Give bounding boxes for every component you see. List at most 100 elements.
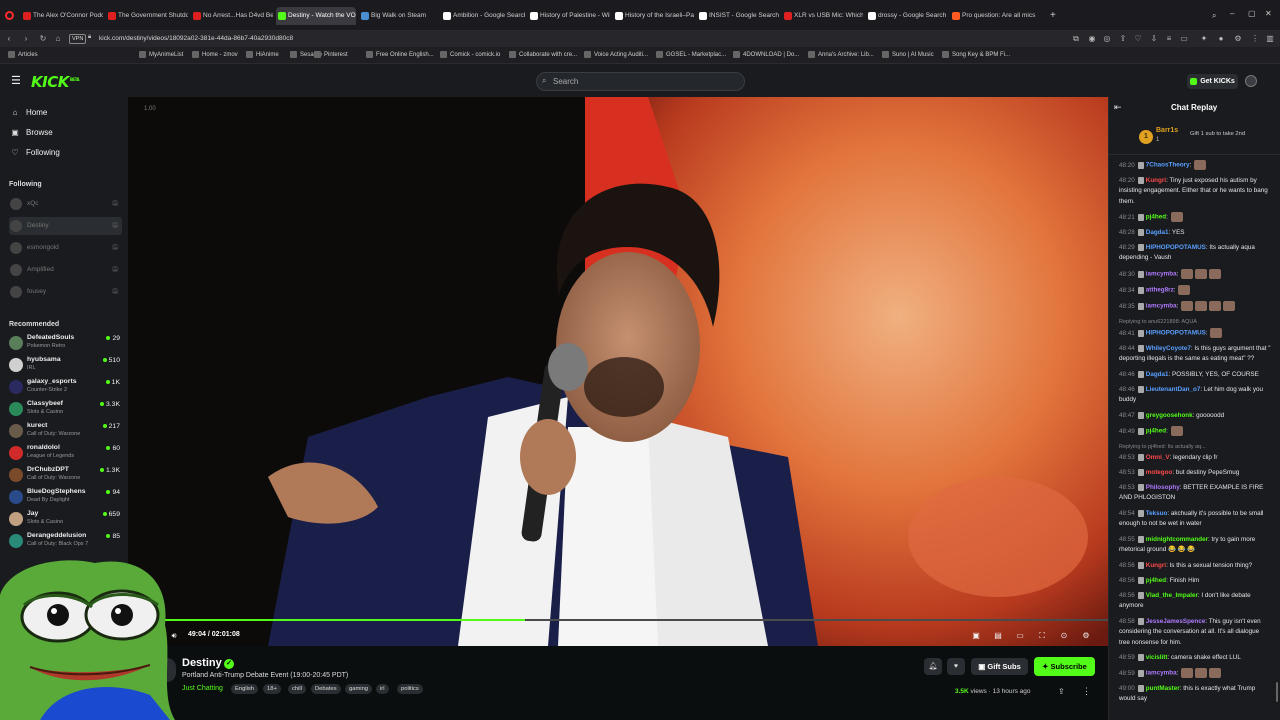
chat-username[interactable]: puntMaster xyxy=(1146,685,1180,692)
vpn-icon[interactable]: ◎ xyxy=(1101,33,1113,45)
browser-tab[interactable]: No Arrest...Has D4vd Bee xyxy=(191,7,273,25)
bookmark-item[interactable]: Articles xyxy=(8,50,38,61)
chat-username[interactable]: Omni_V xyxy=(1146,454,1170,461)
chat-username[interactable]: Kungri xyxy=(1146,562,1166,569)
bookmark-heart-icon[interactable]: ♡ xyxy=(1132,33,1144,45)
bookmark-item[interactable]: Free Online English... xyxy=(366,50,434,61)
chat-username[interactable]: iamcymba xyxy=(1146,271,1177,278)
vpn-badge[interactable]: VPN xyxy=(69,34,87,44)
extensions-puzzle-icon[interactable]: ✦ xyxy=(1198,33,1210,45)
chat-scrollbar[interactable] xyxy=(1276,682,1278,702)
tag-chip[interactable]: chill xyxy=(288,684,306,694)
tag-chip[interactable]: irl xyxy=(376,684,389,694)
get-kicks-button[interactable]: Get KICKs xyxy=(1187,74,1238,89)
recommended-channel[interactable]: DrChubzDPT Call of Duty: Warzone 1.3K xyxy=(9,465,122,485)
history-icon[interactable]: ≡ xyxy=(1163,33,1175,45)
share-icon[interactable]: ⇪ xyxy=(1058,687,1065,696)
downloads-icon[interactable]: ⇩ xyxy=(1148,33,1160,45)
gifter-name[interactable]: Barr1s xyxy=(1156,127,1178,134)
opera-logo-icon[interactable] xyxy=(5,11,14,20)
browser-tab[interactable]: drossy - Google Search xyxy=(866,7,947,25)
browser-tab[interactable]: History of the Israeli–Pale xyxy=(613,7,694,25)
hamburger-menu-icon[interactable]: ☰ xyxy=(11,75,21,87)
chat-username[interactable]: Teksuo xyxy=(1146,510,1168,517)
theater-mode-icon[interactable]: ▤ xyxy=(992,630,1004,641)
menu-icon[interactable]: ⋮ xyxy=(1249,33,1261,45)
recommended-channel[interactable]: kurect Call of Duty: Warzone 217 xyxy=(9,421,122,441)
chat-username[interactable]: attheg8rz xyxy=(1146,287,1174,294)
wallet-icon[interactable]: ▭ xyxy=(1178,33,1190,45)
notifications-bell-button[interactable]: 🔔︎ xyxy=(924,658,942,675)
subscribe-button[interactable]: ✦ Subscribe xyxy=(1034,657,1095,676)
browser-tab[interactable]: Pro question: Are all mics xyxy=(950,7,1037,25)
recommended-channel[interactable]: Classybeef Slots & Casino 3.3K xyxy=(9,399,122,419)
bookmark-item[interactable]: Home - zmov xyxy=(192,50,238,61)
bookmark-item[interactable]: Voice Acting Auditi... xyxy=(584,50,648,61)
bookmark-item[interactable]: 4DOWNLOAD | Do... xyxy=(733,50,799,61)
minimize-window-button[interactable]: – xyxy=(1230,9,1234,18)
clip-icon[interactable]: ▣ xyxy=(970,630,982,641)
following-item[interactable]: fousey 🔕︎ xyxy=(9,283,122,301)
back-arrow-icon[interactable]: ‹ xyxy=(3,33,15,45)
recommended-channel[interactable]: DefeatedSouls Pokemon Retro 29 xyxy=(9,333,122,353)
chat-username[interactable]: vicislitt xyxy=(1146,654,1168,661)
recommended-channel[interactable]: ronaldolol League of Legends 60 xyxy=(9,443,122,463)
bookmark-item[interactable]: GGSEL - Marketplac... xyxy=(656,50,726,61)
chat-username[interactable]: JesseJamesSpence xyxy=(1146,618,1206,625)
bookmark-item[interactable]: Pinterest xyxy=(314,50,348,61)
browser-tab[interactable]: The Government Shutdow xyxy=(106,7,188,25)
streamer-name[interactable]: Destiny xyxy=(182,657,222,669)
chat-username[interactable]: iamcymba xyxy=(1146,670,1177,677)
chat-username[interactable]: Dagda1 xyxy=(1146,229,1169,236)
sidebar-icon[interactable]: ▥ xyxy=(1264,33,1276,45)
chat-username[interactable]: Philosophy xyxy=(1146,484,1180,491)
search-input[interactable]: Search xyxy=(536,72,745,91)
browser-tab[interactable]: XLR vs USB Mic: Which Sh xyxy=(782,7,863,25)
browser-tab[interactable]: Big Walk on Steam xyxy=(359,7,438,25)
bookmark-item[interactable]: Song Key & BPM Fi... xyxy=(942,50,1010,61)
browser-tab[interactable]: The Alex O'Connor Podca xyxy=(21,7,103,25)
chat-username[interactable]: pj4hed xyxy=(1146,214,1166,221)
chat-username[interactable]: pj4hed xyxy=(1146,577,1166,584)
recommended-channel[interactable]: Jay Slots & Casino 659 xyxy=(9,509,122,529)
follow-heart-button[interactable]: ♥ xyxy=(947,658,965,675)
share-icon[interactable]: ⇪ xyxy=(1117,33,1129,45)
browser-tab[interactable]: Destiny - Watch the VOD xyxy=(276,7,356,25)
forward-arrow-icon[interactable]: › xyxy=(20,33,32,45)
video-player[interactable]: 1.00 xyxy=(128,97,1108,646)
home-icon[interactable]: ⌂ xyxy=(52,33,64,45)
extension-icon[interactable]: ⧉ xyxy=(1070,33,1082,45)
chat-username[interactable]: iamcymba xyxy=(1146,303,1177,310)
chat-username[interactable]: 7ChaosTheory xyxy=(1146,162,1190,169)
sidebar-nav-item[interactable]: ▣ Browse xyxy=(10,127,52,139)
recommended-channel[interactable]: BlueDogStephens Dead By Daylight 94 xyxy=(9,487,122,507)
chat-username[interactable]: HIPHOPOPOTAMUS xyxy=(1146,330,1206,337)
browser-tab[interactable]: Ambition - Google Search xyxy=(441,7,525,25)
bookmark-item[interactable]: Anna's Archive: Lib... xyxy=(808,50,874,61)
sidebar-nav-item[interactable]: ♡ Following xyxy=(10,147,59,159)
tag-chip[interactable]: 18+ xyxy=(263,684,281,694)
bookmark-item[interactable]: MyAnimeList xyxy=(139,50,183,61)
chat-username[interactable]: Kungri xyxy=(1146,177,1166,184)
close-window-button[interactable]: ✕ xyxy=(1265,9,1272,18)
following-item[interactable]: Destiny 🔕︎ xyxy=(9,217,122,235)
recommended-channel[interactable]: Derangeddelusion Call of Duty: Black Ops … xyxy=(9,531,122,551)
settings-gear-icon[interactable]: ⚙ xyxy=(1080,630,1092,641)
sidebar-nav-item[interactable]: ⌂ Home xyxy=(10,107,48,119)
following-item[interactable]: Amplified 🔕︎ xyxy=(9,261,122,279)
tag-chip[interactable]: English xyxy=(231,684,259,694)
gift-sub-prompt[interactable]: Gift 1 sub to take 2nd xyxy=(1190,131,1245,137)
bookmark-item[interactable]: Comick - comick.io xyxy=(440,50,500,61)
bookmark-item[interactable]: HiAnime xyxy=(246,50,279,61)
lock-icon[interactable]: 🔒︎ xyxy=(88,34,91,41)
camera-icon[interactable]: ◉ xyxy=(1086,33,1098,45)
chat-username[interactable]: greygoosehonk xyxy=(1146,412,1193,419)
autoplay-icon[interactable]: ⊙ xyxy=(1058,630,1070,641)
chat-username[interactable]: WhileyCoyote7 xyxy=(1146,345,1191,352)
chat-username[interactable]: HIPHOPOPOTAMUS xyxy=(1146,244,1206,251)
category-link[interactable]: Just Chatting xyxy=(182,685,223,692)
maximize-window-button[interactable]: ▢ xyxy=(1248,9,1256,18)
reload-icon[interactable]: ↻ xyxy=(37,33,49,45)
profile-icon[interactable]: ● xyxy=(1215,33,1227,45)
recommended-channel[interactable]: hyubsama IRL 510 xyxy=(9,355,122,375)
